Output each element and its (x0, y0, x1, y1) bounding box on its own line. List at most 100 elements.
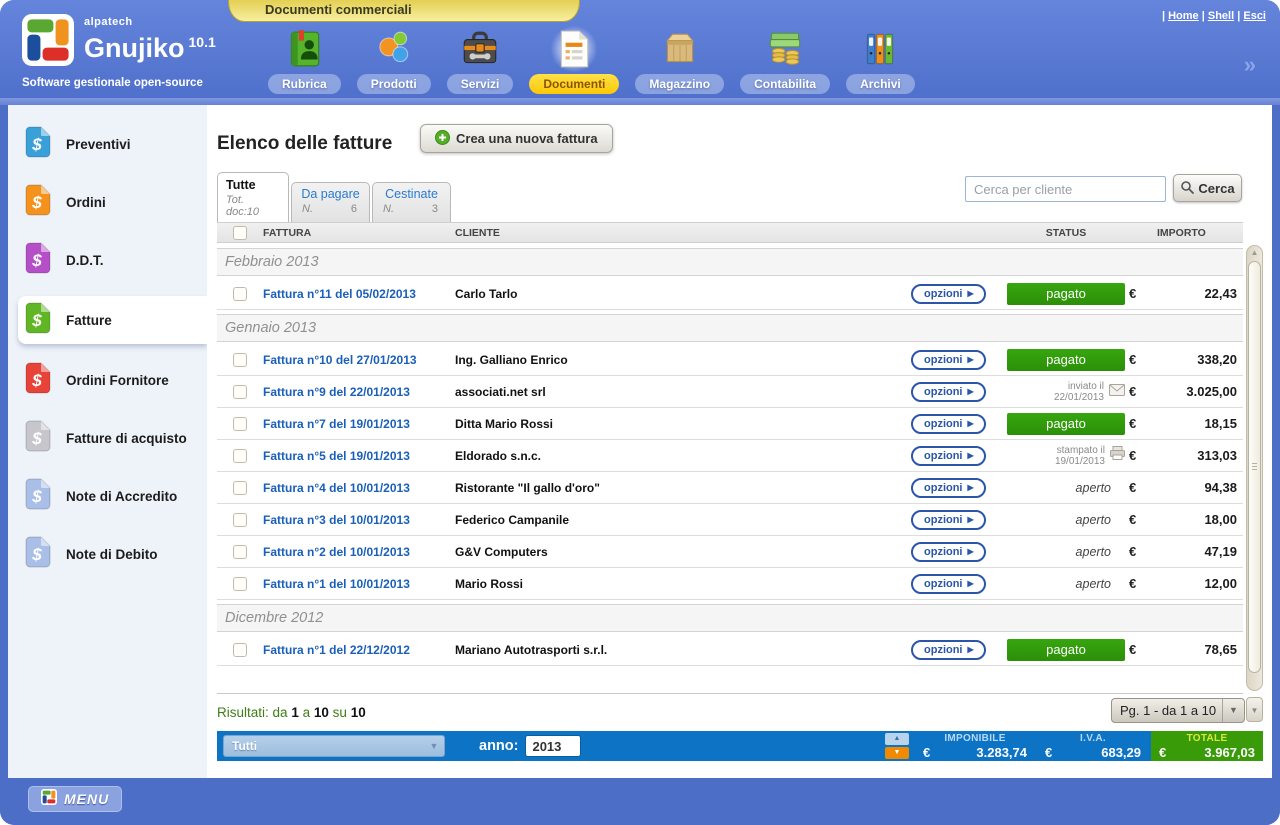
invoice-row: Fattura n°7 del 19/01/2013Ditta Mario Ro… (217, 408, 1243, 440)
svg-text:$: $ (31, 429, 42, 448)
app-header: Documenti commerciali alpatech Gnujiko10… (0, 0, 1280, 105)
scrollbar-thumb[interactable] (1248, 261, 1261, 673)
row-checkbox[interactable] (233, 545, 247, 559)
scrollbar[interactable]: ▲ (1246, 245, 1263, 691)
row-checkbox[interactable] (233, 643, 247, 657)
options-button[interactable]: opzioni▶ (911, 414, 986, 434)
dollar-document-icon: $ (24, 362, 52, 399)
row-checkbox[interactable] (233, 577, 247, 591)
row-checkbox[interactable] (233, 449, 247, 463)
client-name: Ristorante "Il gallo d'oro" (455, 481, 600, 495)
sidebar-item-note-di-debito[interactable]: $Note di Debito (8, 532, 207, 576)
row-checkbox[interactable] (233, 353, 247, 367)
play-arrow-icon: ▶ (968, 355, 974, 364)
top-link-home[interactable]: Home (1168, 10, 1199, 22)
options-button[interactable]: opzioni▶ (911, 350, 986, 370)
col-header-status: STATUS (1007, 227, 1125, 239)
row-checkbox[interactable] (233, 417, 247, 431)
options-button[interactable]: opzioni▶ (911, 446, 986, 466)
top-link-shell[interactable]: Shell (1208, 10, 1234, 22)
invoice-link[interactable]: Fattura n°4 del 10/01/2013 (263, 481, 410, 495)
row-checkbox[interactable] (233, 385, 247, 399)
tab-tutte[interactable]: TutteTot. doc:10 (217, 172, 289, 222)
invoice-link[interactable]: Fattura n°1 del 10/01/2013 (263, 577, 410, 591)
month-group-header: Dicembre 2012 (217, 604, 1243, 632)
sidebar-item-d-d-t-[interactable]: $D.D.T. (8, 238, 207, 282)
status-note: inviato il22/01/2013 (1007, 381, 1125, 403)
row-checkbox[interactable] (233, 513, 247, 527)
page-select[interactable]: Pg. 1 - da 1 a 10 ▼ (1111, 698, 1245, 723)
search-input[interactable] (965, 176, 1166, 202)
main-nav: Rubrica ProdottiServiziDocumentiMagazzino… (268, 26, 915, 94)
anno-input[interactable] (525, 735, 581, 757)
dollar-document-icon: $ (24, 242, 52, 279)
invoice-link[interactable]: Fattura n°1 del 22/12/2012 (263, 643, 410, 657)
nav-item-magazzino[interactable]: Magazzino (635, 26, 724, 94)
sidebar-item-ordini[interactable]: $Ordini (8, 180, 207, 224)
col-header-importo: IMPORTO (1155, 227, 1243, 239)
nav-item-rubrica[interactable]: Rubrica (268, 26, 341, 94)
sort-down-icon[interactable]: ▼ (885, 747, 909, 759)
iva-value: 683,29 (1101, 745, 1141, 760)
nav-item-servizi[interactable]: Servizi (447, 26, 514, 94)
sort-up-icon[interactable]: ▲ (885, 733, 909, 745)
sort-buttons: ▲ ▼ (885, 733, 909, 759)
nav-item-contabilita[interactable]: Contabilita (740, 26, 830, 94)
select-all-checkbox[interactable] (233, 226, 247, 240)
invoice-link[interactable]: Fattura n°5 del 19/01/2013 (263, 449, 410, 463)
sidebar-item-preventivi[interactable]: $ Preventivi (8, 122, 207, 166)
invoice-link[interactable]: Fattura n°3 del 10/01/2013 (263, 513, 410, 527)
options-button[interactable]: opzioni▶ (911, 382, 986, 402)
play-arrow-icon: ▶ (968, 289, 974, 298)
envelope-icon (1109, 383, 1125, 401)
sidebar-item-label: Fatture (66, 313, 112, 328)
sidebar-item-label: Preventivi (66, 137, 131, 152)
currency-symbol: € (1129, 352, 1136, 367)
currency-symbol: € (1129, 286, 1136, 301)
options-button[interactable]: opzioni▶ (911, 574, 986, 594)
top-link-esci[interactable]: Esci (1243, 10, 1266, 22)
sidebar-item-note-di-accredito[interactable]: $Note di Accredito (8, 474, 207, 518)
invoice-link[interactable]: Fattura n°11 del 05/02/2013 (263, 287, 416, 301)
scroll-up-icon[interactable]: ▲ (1247, 248, 1262, 257)
sidebar-item-fatture-di-acquisto[interactable]: $Fatture di acquisto (8, 416, 207, 460)
invoice-link[interactable]: Fattura n°2 del 10/01/2013 (263, 545, 410, 559)
create-invoice-button[interactable]: Crea una nuova fattura (420, 124, 613, 153)
nav-item-archivi[interactable]: Archivi (846, 26, 915, 94)
options-label: opzioni (924, 644, 963, 656)
options-button[interactable]: opzioni▶ (911, 542, 986, 562)
sidebar-item-ordini-fornitore[interactable]: $Ordini Fornitore (8, 358, 207, 402)
invoice-link[interactable]: Fattura n°7 del 19/01/2013 (263, 417, 410, 431)
search-button[interactable]: Cerca (1173, 174, 1242, 202)
options-button[interactable]: opzioni▶ (911, 284, 986, 304)
invoice-link[interactable]: Fattura n°9 del 22/01/2013 (263, 385, 410, 399)
scroll-down-icon[interactable]: ▼ (1246, 697, 1263, 722)
row-checkbox[interactable] (233, 481, 247, 495)
nav-expand-icon[interactable]: » (1244, 52, 1256, 78)
nav-item-documenti[interactable]: Documenti (529, 26, 619, 94)
currency-symbol: € (1129, 544, 1136, 559)
amount-value: 94,38 (1204, 480, 1237, 495)
document-icon (551, 26, 597, 72)
play-arrow-icon: ▶ (968, 547, 974, 556)
client-filter-select[interactable]: Tutti ▼ (223, 735, 445, 757)
options-button[interactable]: opzioni▶ (911, 478, 986, 498)
nav-item-prodotti[interactable]: Prodotti (357, 26, 431, 94)
options-button[interactable]: opzioni▶ (911, 510, 986, 530)
menu-button[interactable]: MENU (28, 786, 122, 812)
options-button[interactable]: opzioni▶ (911, 640, 986, 660)
tab-cestinate[interactable]: CestinateN.3 (372, 182, 451, 222)
invoice-link[interactable]: Fattura n°10 del 27/01/2013 (263, 353, 417, 367)
brand-tagline: Software gestionale open-source (22, 77, 216, 89)
amount-value: 47,19 (1204, 544, 1237, 559)
brand-company: alpatech (84, 16, 216, 28)
tab-da-pagare[interactable]: Da pagareN.6 (291, 182, 370, 222)
dollar-document-icon: $ (24, 126, 52, 163)
nav-item-label: Rubrica (268, 74, 341, 94)
sidebar-item-fatture[interactable]: $Fatture (18, 296, 207, 344)
sidebar-item-label: Note di Debito (66, 547, 158, 562)
amount-value: 3.025,00 (1186, 384, 1237, 399)
filter-tabs: TutteTot. doc:10Da pagareN.6CestinateN.3 (217, 167, 453, 222)
row-checkbox[interactable] (233, 287, 247, 301)
table-header: FATTURA CLIENTE STATUS IMPORTO (217, 222, 1243, 243)
